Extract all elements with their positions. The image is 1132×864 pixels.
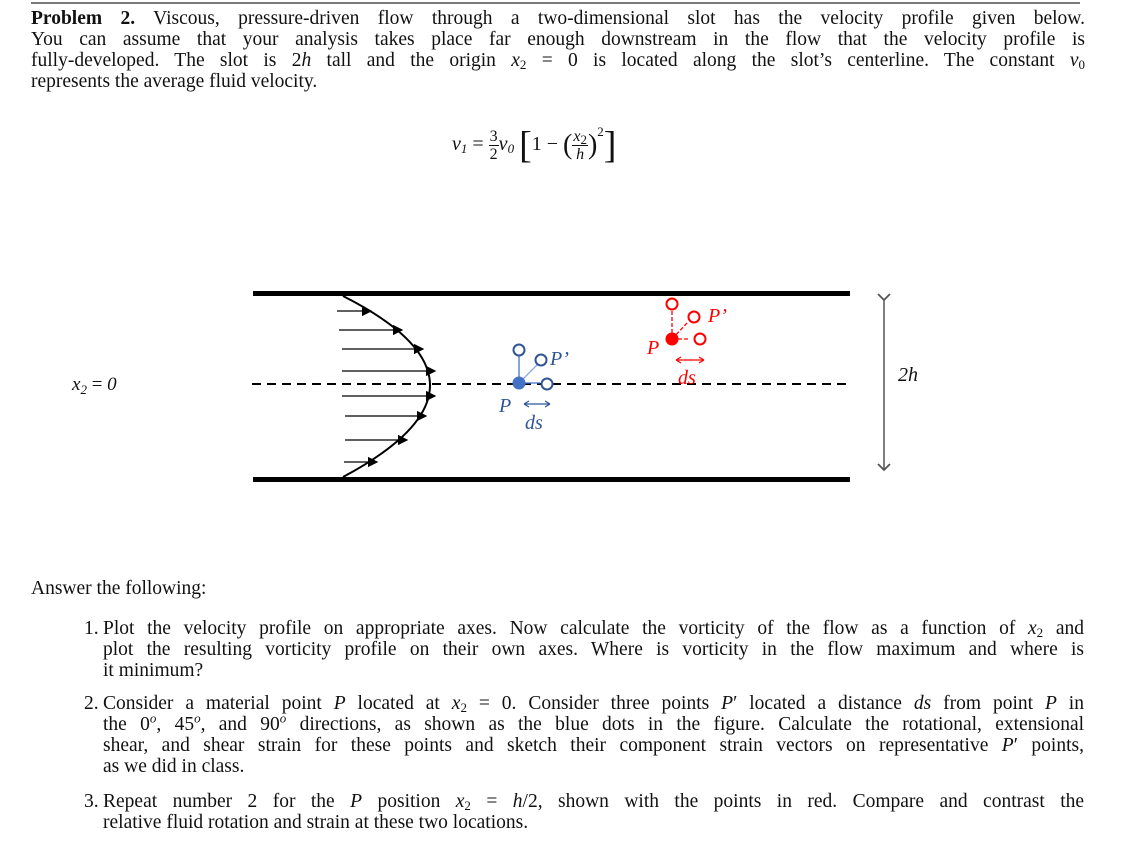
q1-line-2: plot the resulting vorticity profile on …	[103, 639, 1084, 660]
q2-line-3: shear, and shear strain for these points…	[103, 735, 1084, 756]
red-point-p-prime-45	[687, 310, 701, 324]
slot-flow-figure: x2 = 0 P’ P ds P’ P ds 2h	[71, 291, 918, 482]
q2-line-4: as we did in class.	[103, 756, 245, 777]
blue-point-p-prime-90	[512, 343, 526, 357]
eq-bracket-text: 1 −	[531, 133, 558, 156]
red-p-label: P	[646, 337, 659, 359]
question-number: 3.	[84, 791, 99, 812]
red-point-p-prime-0	[693, 332, 707, 346]
velocity-arrows	[337, 305, 437, 468]
blue-point-p	[512, 376, 526, 390]
blue-ds-label: ds	[525, 412, 543, 434]
blue-point-p-prime-0	[540, 377, 554, 391]
red-point-p	[665, 332, 679, 346]
q3-line-2: relative fluid rotation and strain at th…	[103, 812, 529, 833]
blue-ds-arrow	[523, 400, 551, 408]
centerline-label: x2 = 0	[71, 374, 117, 397]
bottom-wall	[253, 477, 850, 482]
q2-line-1: Consider a material point P located at x…	[103, 693, 1084, 715]
questions-heading: Answer the following:	[31, 578, 207, 599]
blue-p-label: P	[498, 395, 511, 417]
height-label: 2h	[898, 364, 918, 386]
red-point-group: P’ P ds	[646, 297, 727, 389]
red-ds-label: ds	[678, 367, 696, 389]
red-ds-arrow	[675, 356, 705, 364]
top-rule	[31, 2, 1080, 4]
velocity-profile-curve	[342, 295, 431, 478]
blue-point-group: P’ P ds	[498, 343, 569, 434]
q3-line-1: Repeat number 2 for the P position x2 = …	[103, 791, 1085, 813]
red-p-prime-label: P’	[707, 305, 727, 327]
q1-line-1: Plot the velocity profile on appropriate…	[103, 618, 1085, 640]
eq-ratio: x2 h	[572, 128, 588, 163]
velocity-equation: v1 = 3 2 v0 [1 − (x2 h)2]	[452, 124, 617, 167]
intro-line-4: represents the average fluid velocity.	[31, 71, 318, 92]
eq-coefficient: 32	[488, 128, 499, 163]
q2-line-2: the 0o, 45o, and 90o directions, as show…	[103, 710, 1085, 736]
eq-lhs: v1	[452, 133, 468, 157]
problem-title: Problem 2.	[31, 8, 136, 29]
red-point-p-prime-90	[665, 297, 679, 311]
intro-line-1: Problem 2. Viscous, pressure-driven flow…	[31, 8, 1085, 29]
problem-statement: Problem 2. Viscous, pressure-driven flow…	[31, 8, 1085, 92]
blue-point-p-prime-45	[534, 353, 548, 367]
intro-line-2: You can assume that your analysis takes …	[31, 29, 1085, 50]
blue-p-prime-label: P’	[549, 348, 569, 370]
q1-line-3: it minimum?	[103, 660, 204, 681]
intro-line-3: fully-developed. The slot is 2h tall and…	[31, 50, 1086, 72]
question-number: 2.	[84, 693, 99, 714]
top-wall	[253, 291, 850, 296]
